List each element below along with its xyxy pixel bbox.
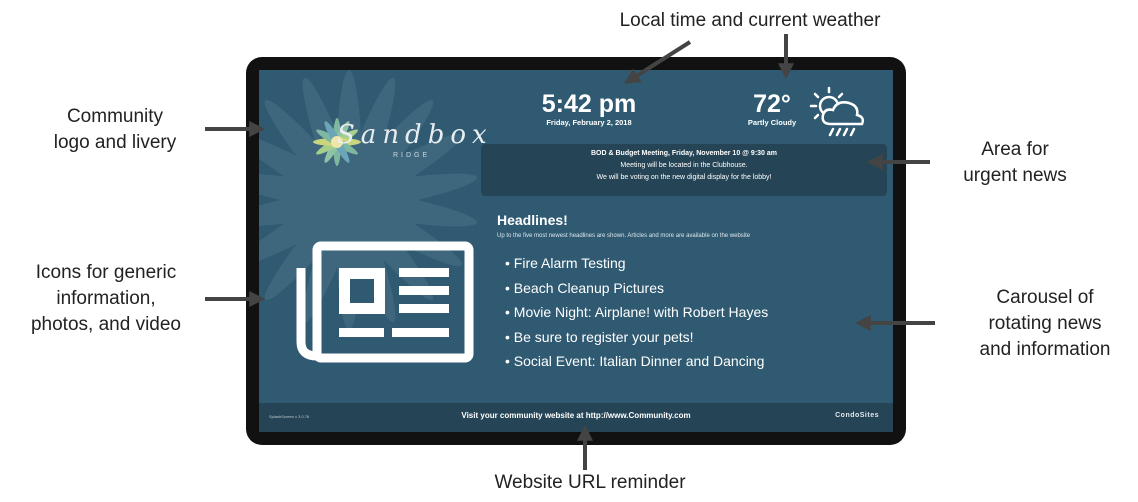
arrow-time: [623, 40, 692, 84]
callout-arrows: [205, 34, 935, 470]
